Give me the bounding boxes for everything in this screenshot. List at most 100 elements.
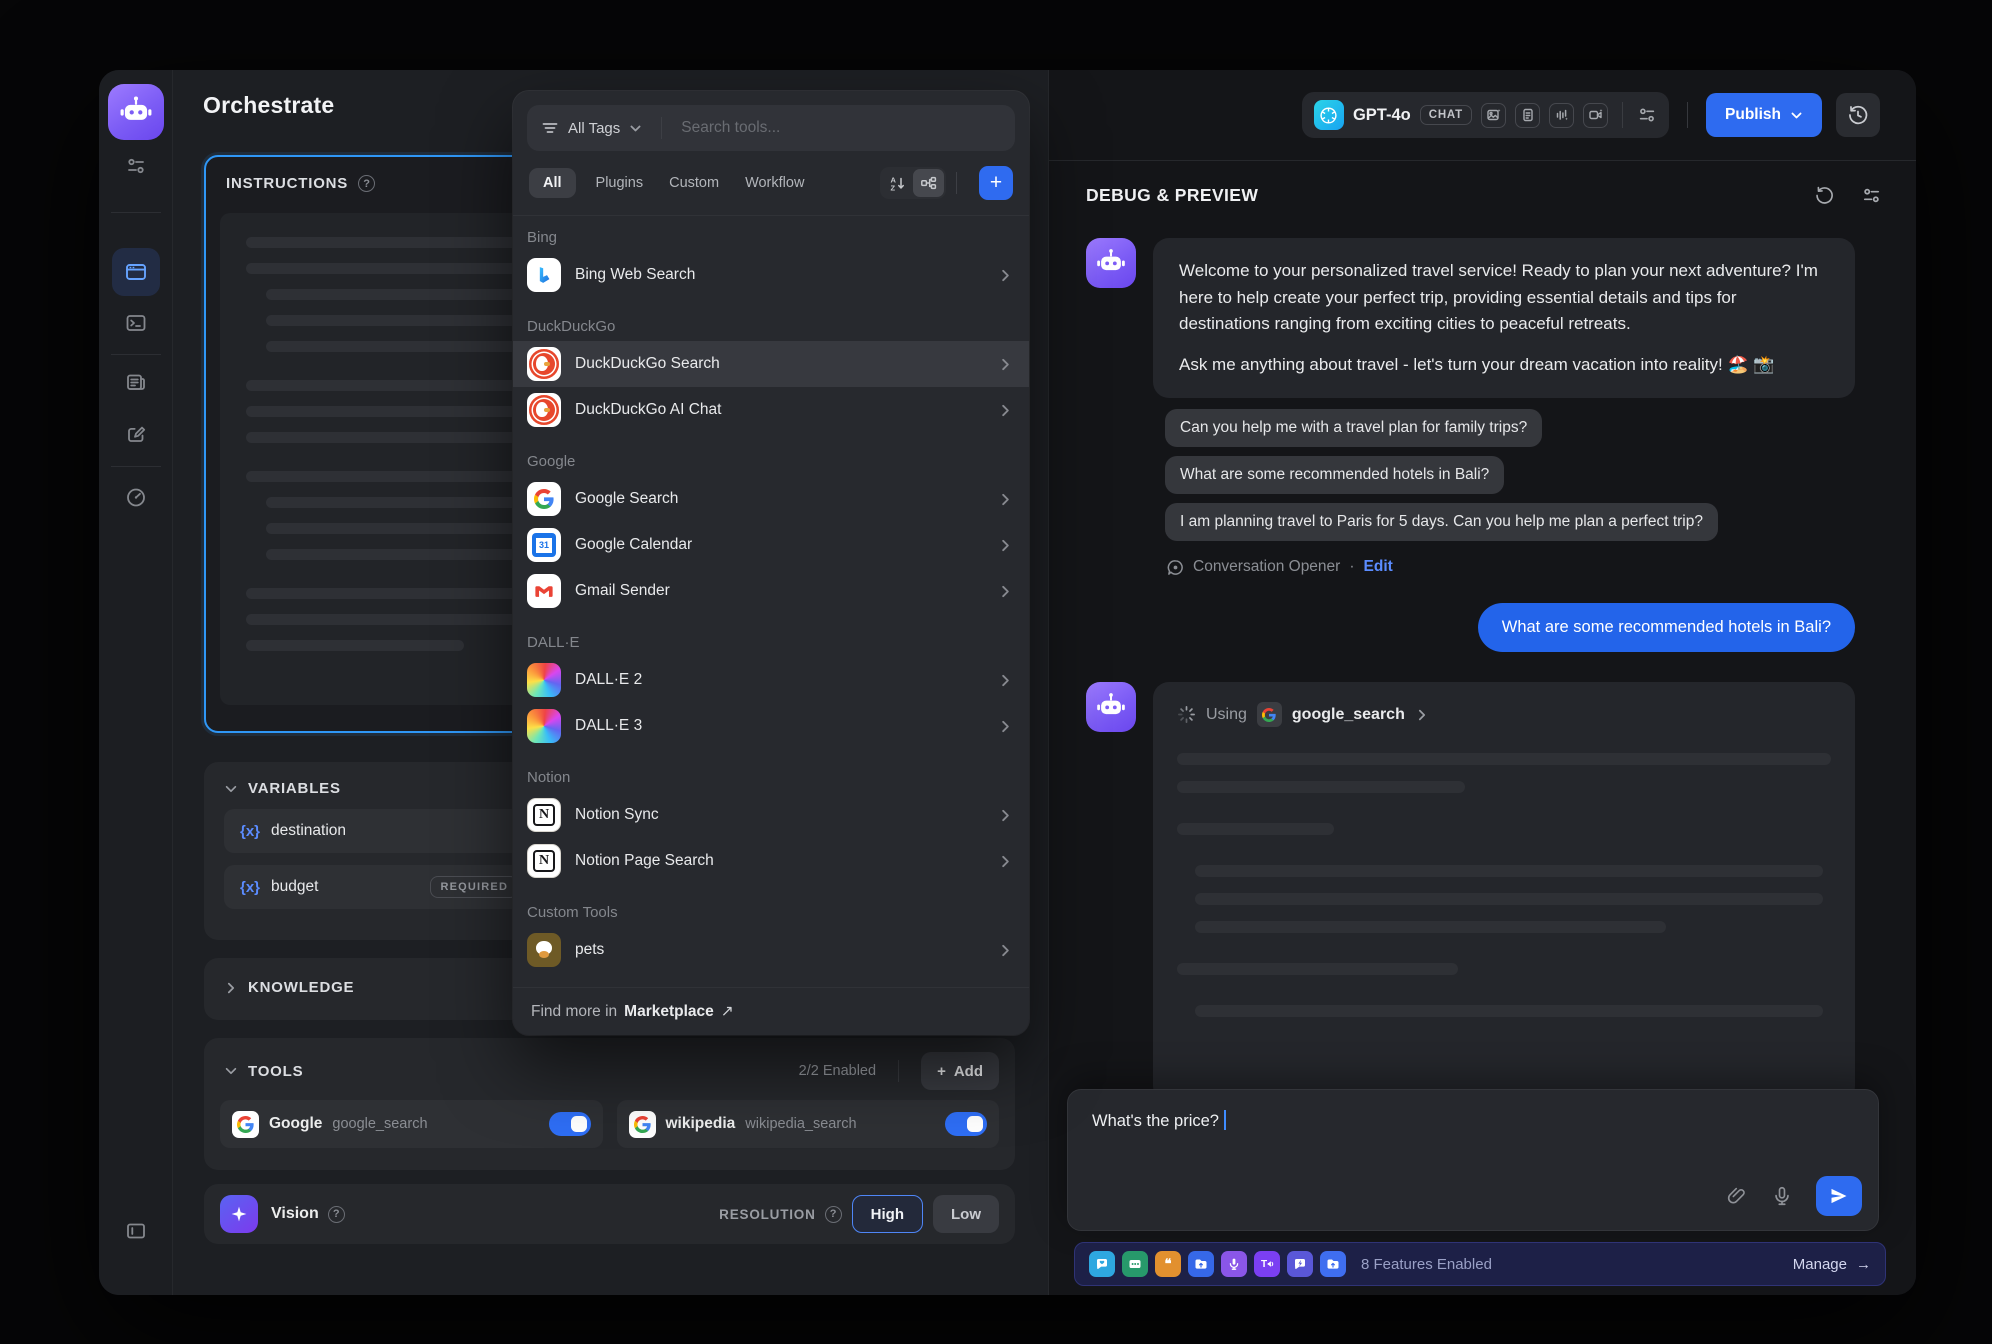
rail-item-terminal[interactable] (125, 312, 147, 334)
chat-input[interactable]: What's the price? (1068, 1090, 1878, 1151)
knowledge-upload-feature-icon[interactable] (1320, 1251, 1346, 1277)
tab-workflow[interactable]: Workflow (745, 175, 804, 191)
reset-chat-icon[interactable] (1814, 185, 1835, 206)
rail-item-logs[interactable] (125, 371, 147, 393)
google-toggle-on[interactable] (549, 1112, 591, 1136)
skeleton-line (246, 640, 464, 651)
tool-item-notion-sync[interactable]: N Notion Sync (513, 792, 1029, 838)
collapse-sidebar-icon[interactable] (125, 1220, 147, 1242)
divider (956, 172, 957, 194)
suggestion-chip[interactable]: What are some recommended hotels in Bali… (1165, 456, 1504, 494)
quick-reply-feature-icon[interactable] (1287, 1251, 1313, 1277)
features-bar[interactable]: ❝ T 8 Features Enabled Manage → (1074, 1242, 1886, 1286)
suggestion-chip[interactable]: Can you help me with a travel plan for f… (1165, 409, 1542, 447)
tab-plugins[interactable]: Plugins (596, 175, 644, 191)
rail-item-analytics[interactable] (125, 486, 147, 508)
app-logo[interactable] (108, 84, 164, 140)
tool-item-duckduckgo-ai-chat[interactable]: DuckDuckGo AI Chat (513, 387, 1029, 433)
rail-divider (111, 466, 161, 467)
resolution-low-button[interactable]: Low (933, 1195, 999, 1233)
opener-feature-icon[interactable] (1089, 1251, 1115, 1277)
chevron-down-icon[interactable] (224, 782, 238, 796)
tool-item-bing-web-search[interactable]: Bing Web Search (513, 252, 1029, 298)
model-selector-chip[interactable]: GPT-4o CHAT (1302, 92, 1669, 138)
video-capability-icon[interactable] (1583, 103, 1608, 128)
resolution-label: RESOLUTION (719, 1207, 816, 1222)
conversation-opener-icon (1167, 559, 1184, 576)
manage-features-button[interactable]: Manage → (1793, 1256, 1871, 1273)
tool-item-dalle-2[interactable]: DALL·E 2 (513, 657, 1029, 703)
text-to-speech-feature-icon[interactable]: T (1254, 1251, 1280, 1277)
tool-call-name: google_search (1292, 706, 1405, 724)
tree-view-icon[interactable] (913, 169, 944, 197)
tool-slug: wikipedia_search (745, 1116, 856, 1132)
tool-item-notion-page-search[interactable]: N Notion Page Search (513, 838, 1029, 884)
sort-az-icon[interactable]: A Z (882, 169, 913, 197)
help-icon[interactable]: ? (358, 175, 375, 192)
create-tool-button[interactable]: + (979, 166, 1013, 200)
attach-icon[interactable] (1726, 1185, 1748, 1207)
preview-settings-icon[interactable] (1861, 185, 1882, 206)
document-capability-icon[interactable] (1515, 103, 1540, 128)
history-button[interactable] (1836, 93, 1880, 137)
tool-row-google[interactable]: Google google_search (220, 1100, 603, 1148)
chat-thread: Welcome to your personalized travel serv… (1049, 230, 1916, 1092)
add-tool-button[interactable]: + Add (921, 1052, 999, 1090)
tool-item-gmail-sender[interactable]: Gmail Sender (513, 568, 1029, 614)
chat-input-card[interactable]: What's the price? (1067, 1089, 1879, 1231)
send-button[interactable] (1816, 1176, 1862, 1216)
tool-item-google-search[interactable]: Google Search (513, 476, 1029, 522)
skeleton-line (1195, 921, 1666, 933)
help-icon[interactable]: ? (328, 1206, 345, 1223)
openai-logo-icon (1314, 100, 1344, 130)
chevron-right-icon[interactable] (224, 981, 238, 995)
filter-icon (541, 119, 559, 137)
tags-filter-dropdown[interactable]: All Tags (568, 120, 620, 137)
chevron-down-icon[interactable] (224, 1064, 238, 1078)
tab-custom[interactable]: Custom (669, 175, 719, 191)
tool-call-status[interactable]: Using google_search (1177, 702, 1831, 727)
tab-all[interactable]: All (529, 168, 576, 198)
edit-opener-link[interactable]: Edit (1364, 558, 1393, 576)
rail-item-builder-active[interactable] (112, 248, 160, 296)
debug-preview-panel: GPT-4o CHAT (1048, 70, 1916, 1295)
mic-icon[interactable] (1771, 1185, 1793, 1207)
app-window: Orchestrate INSTRUCTIONS ? (99, 70, 1916, 1295)
tool-item-google-calendar[interactable]: 31 Google Calendar (513, 522, 1029, 568)
wikipedia-toggle-on[interactable] (945, 1112, 987, 1136)
tool-item-pets[interactable]: pets (513, 927, 1029, 973)
model-settings-icon[interactable] (1637, 105, 1657, 125)
rail-item-drafts[interactable] (125, 423, 147, 445)
tool-slug: google_search (332, 1116, 427, 1132)
tool-item-duckduckgo-search[interactable]: DuckDuckGo Search (513, 341, 1029, 387)
resolution-high-button[interactable]: High (852, 1195, 923, 1233)
marketplace-footer[interactable]: Find more in Marketplace ↗ (513, 987, 1029, 1035)
voice-input-feature-icon[interactable] (1221, 1251, 1247, 1277)
image-capability-icon[interactable] (1481, 103, 1506, 128)
bot-avatar (1086, 682, 1136, 732)
debug-title: DEBUG & PREVIEW (1086, 185, 1258, 206)
marketplace-link[interactable]: Marketplace (624, 1003, 714, 1021)
tool-row-wikipedia[interactable]: wikipedia wikipedia_search (617, 1100, 1000, 1148)
variables-feature-icon[interactable] (1122, 1251, 1148, 1277)
external-link-icon: ↗ (721, 1002, 734, 1021)
file-upload-feature-icon[interactable] (1188, 1251, 1214, 1277)
quotes-feature-icon[interactable]: ❝ (1155, 1251, 1181, 1277)
tool-item-dalle-3[interactable]: DALL·E 3 (513, 703, 1029, 749)
search-tools-input[interactable]: Search tools... (681, 119, 780, 137)
publish-button[interactable]: Publish (1706, 93, 1822, 137)
chevron-right-icon (998, 808, 1013, 823)
chevron-right-icon (998, 943, 1013, 958)
divider (661, 117, 662, 139)
help-icon[interactable]: ? (825, 1206, 842, 1223)
variable-token-icon: {x} (240, 879, 260, 896)
audio-capability-icon[interactable] (1549, 103, 1574, 128)
workflow-settings-icon[interactable] (125, 155, 147, 177)
chevron-right-icon (998, 673, 1013, 688)
chevron-right-icon (998, 403, 1013, 418)
tools-panel: TOOLS 2/2 Enabled + Add Google google_se… (204, 1038, 1015, 1170)
notion-icon: N (527, 798, 561, 832)
required-badge: REQUIRED (430, 876, 518, 898)
skeleton-line (1195, 1005, 1823, 1017)
suggestion-chip[interactable]: I am planning travel to Paris for 5 days… (1165, 503, 1718, 541)
